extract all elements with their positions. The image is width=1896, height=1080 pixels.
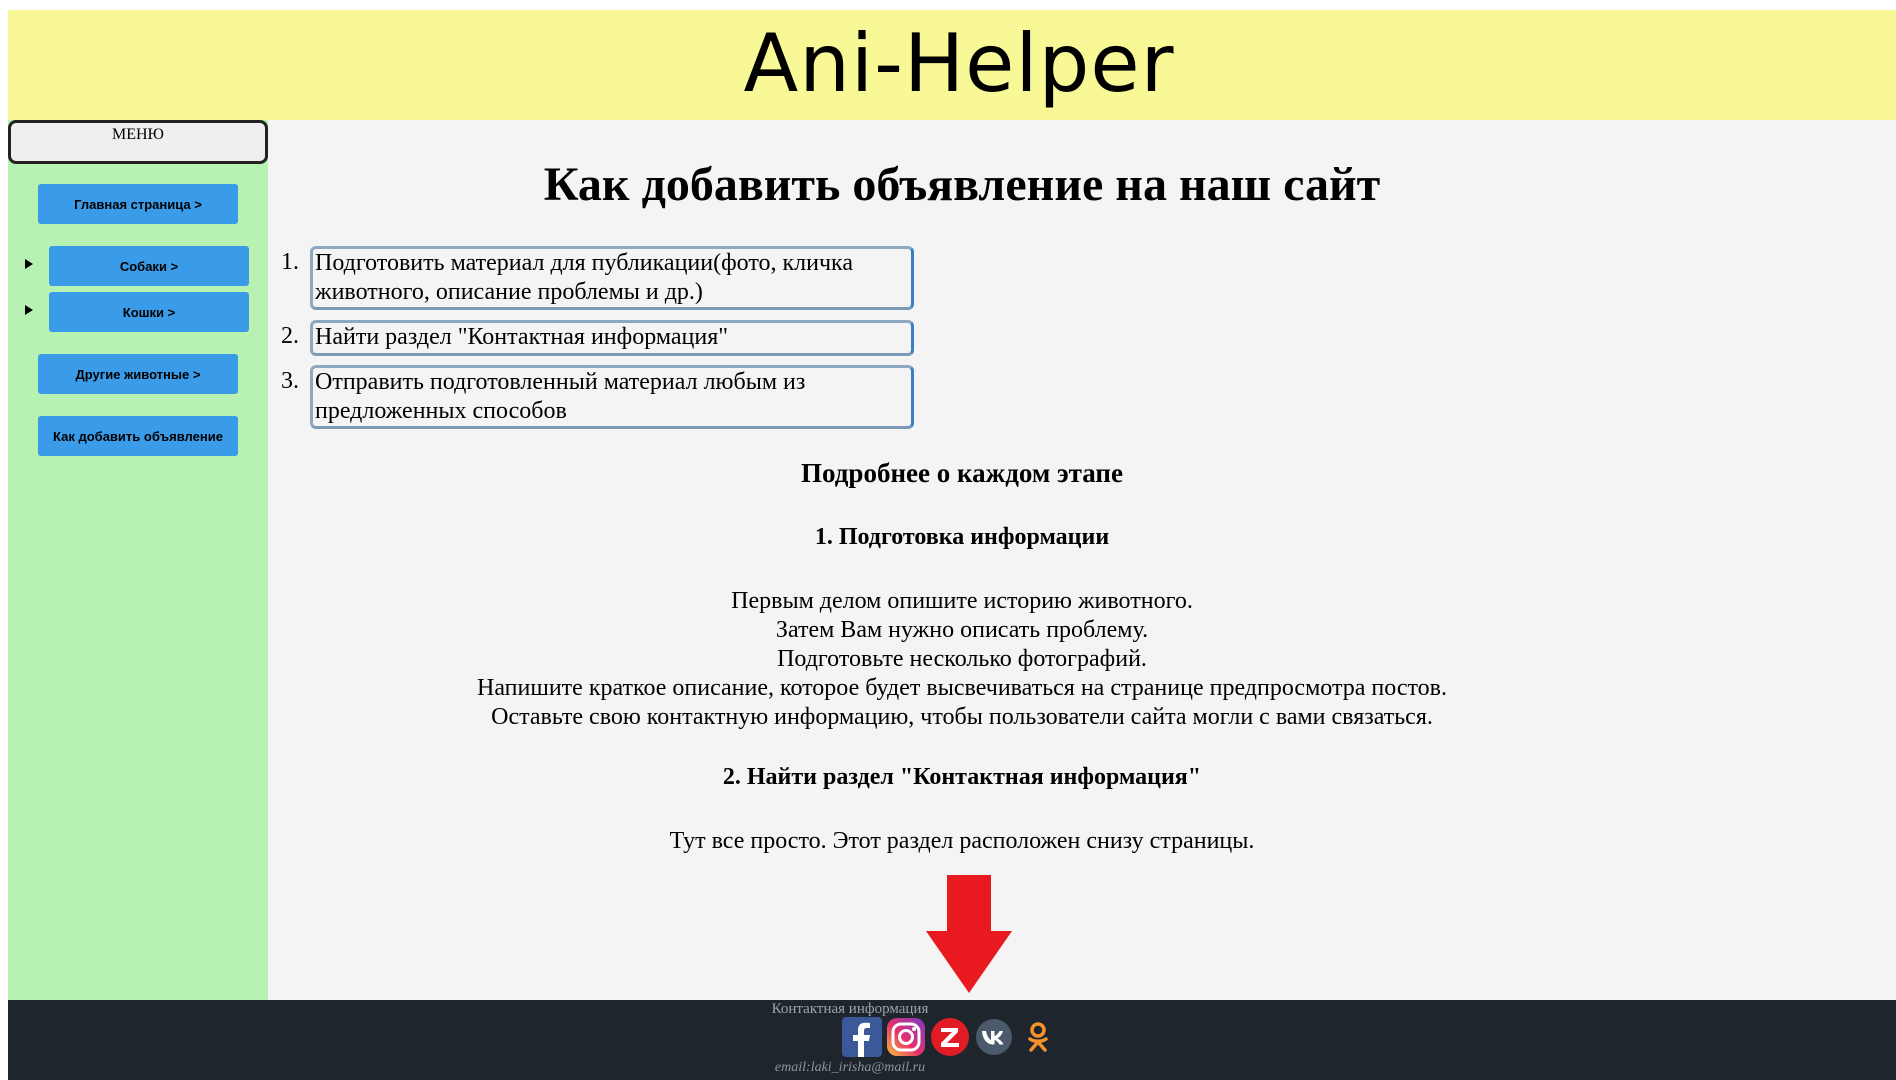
step-number: 1.	[281, 249, 299, 275]
site-title: Ani-Helper	[743, 17, 1175, 110]
step-item: Отправить подготовленный материал любым …	[310, 365, 914, 429]
details-heading: Подробнее о каждом этапе	[801, 458, 1123, 488]
step-item: Найти раздел "Контактная информация"	[310, 320, 914, 356]
page-title: Как добавить объявление на наш сайт	[543, 158, 1381, 211]
footer-title: Контактная информация	[771, 1001, 929, 1017]
section2-text: Тут все просто. Этот раздел расположен с…	[669, 828, 1255, 854]
zen-icon[interactable]	[930, 1017, 970, 1057]
nav-add-listing-button[interactable]: Как добавить объявление	[38, 416, 238, 456]
section1-line: Первым делом опишите историю животного.	[731, 588, 1193, 614]
sidebar: МЕНЮ Главная страница > Собаки > Кошки >…	[8, 120, 268, 1000]
expand-dogs-icon[interactable]	[25, 259, 33, 269]
expand-cats-icon[interactable]	[25, 305, 33, 315]
nav-cats-button[interactable]: Кошки >	[49, 292, 249, 332]
section1-line: Затем Вам нужно описать проблему.	[775, 617, 1149, 643]
main-content: Как добавить объявление на наш сайт 1. П…	[268, 120, 1896, 1000]
step-number: 3.	[281, 368, 299, 394]
vk-icon[interactable]	[974, 1017, 1014, 1057]
social-links	[842, 1017, 1058, 1057]
step-number: 2.	[281, 323, 299, 349]
facebook-icon[interactable]	[842, 1017, 882, 1057]
section1-heading: 1. Подготовка информации	[814, 524, 1110, 550]
section2-heading: 2. Найти раздел "Контактная информация"	[722, 764, 1202, 790]
footer: Контактная информация email:laki_irisha@…	[8, 1000, 1896, 1080]
site-header: Ani-Helper	[8, 10, 1896, 120]
section1-text: Первым делом опишите историю животного. …	[148, 587, 1776, 732]
nav-other-animals-button[interactable]: Другие животные >	[38, 354, 238, 394]
footer-email: email:laki_irisha@mail.ru	[774, 1060, 926, 1075]
instagram-icon[interactable]	[886, 1017, 926, 1057]
step-item: Подготовить материал для публикации(фото…	[310, 246, 914, 310]
nav-dogs-button[interactable]: Собаки >	[49, 246, 249, 286]
section1-line: Оставьте свою контактную информацию, что…	[491, 704, 1433, 730]
odnoklassniki-icon[interactable]	[1018, 1017, 1058, 1057]
down-arrow-icon	[926, 875, 1012, 993]
section1-line: Подготовьте несколько фотографий.	[777, 646, 1147, 672]
section1-line: Напишите краткое описание, которое будет…	[477, 675, 1447, 701]
